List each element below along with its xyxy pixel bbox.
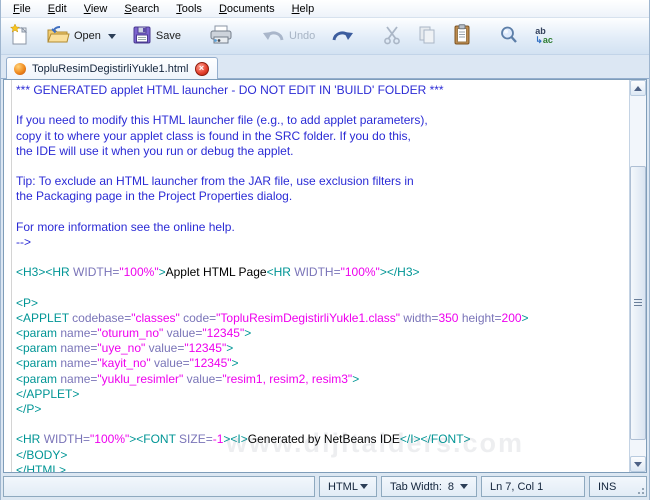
scissors-icon — [383, 25, 401, 48]
vertical-scrollbar[interactable] — [629, 80, 646, 472]
menu-help[interactable]: Help — [284, 1, 324, 17]
insert-mode-label: INS — [598, 480, 617, 493]
tab-bar: TopluResimDegistirliYukle1.html × — [1, 55, 649, 79]
search-icon — [499, 25, 519, 48]
menu-bar: File Edit View Search Tools Documents Help — [1, 0, 649, 18]
code-line: <param name="kayit_no" value="12345"> — [16, 356, 239, 371]
paste-button[interactable] — [450, 22, 474, 50]
text-area[interactable]: *** GENERATED applet HTML launcher - DO … — [4, 80, 629, 472]
save-button-label: Save — [155, 30, 181, 42]
editor-window: File Edit View Search Tools Documents Help — [0, 0, 650, 500]
code-line: copy it to where your applet class is fo… — [16, 128, 411, 143]
save-floppy-icon — [132, 25, 152, 48]
tab-width-value: 8 — [447, 480, 455, 493]
copy-pages-icon — [417, 25, 437, 48]
redo-button[interactable] — [328, 25, 358, 48]
code-line: If you need to modify this HTML launcher… — [16, 113, 428, 128]
code-line: the IDE will use it when you run or debu… — [16, 143, 294, 158]
code-line: <P> — [16, 295, 39, 310]
tab-width-label: Tab Width: — [390, 480, 442, 493]
menu-edit[interactable]: Edit — [40, 1, 76, 17]
code-content: *** GENERATED applet HTML launcher - DO … — [16, 83, 629, 472]
chevron-down-icon — [460, 484, 468, 489]
syntax-mode-select[interactable]: HTML — [319, 476, 377, 497]
resize-grip-icon[interactable] — [636, 486, 644, 494]
find-button[interactable] — [496, 23, 522, 50]
html-file-icon — [14, 62, 26, 75]
menu-view[interactable]: View — [76, 1, 117, 17]
code-line: <param name="yuklu_resimler" value="resi… — [16, 371, 360, 386]
undo-arrow-icon — [261, 27, 285, 46]
tab-title: TopluResimDegistirliYukle1.html — [32, 62, 189, 75]
caret-position: Ln 7, Col 1 — [481, 476, 585, 497]
syntax-mode-value: HTML — [328, 480, 358, 493]
new-file-icon — [9, 22, 30, 49]
open-button[interactable]: Open — [43, 23, 119, 50]
scrollbar-grip-icon — [634, 299, 642, 308]
tab-active-document[interactable]: TopluResimDegistirliYukle1.html × — [6, 57, 218, 79]
undo-button-label: Undo — [289, 30, 316, 42]
code-line: *** GENERATED applet HTML launcher - DO … — [16, 83, 444, 97]
print-button[interactable] — [206, 23, 236, 50]
code-line: </P> — [16, 401, 42, 416]
printer-icon — [209, 25, 233, 48]
chevron-down-icon — [360, 484, 368, 489]
copy-button[interactable] — [414, 23, 440, 50]
code-line: <param name="oturum_no" value="12345"> — [16, 326, 252, 340]
clipboard-icon — [453, 24, 471, 48]
code-line: <H3><HR WIDTH="100%">Applet HTML Page<HR… — [16, 265, 420, 280]
cut-button[interactable] — [380, 23, 404, 50]
menu-file[interactable]: File — [5, 1, 40, 17]
open-dropdown-arrow-icon[interactable] — [107, 33, 116, 39]
code-line: <APPLET codebase="classes" code="TopluRe… — [16, 310, 529, 325]
tab-width-select[interactable]: Tab Width: 8 — [381, 476, 477, 497]
code-line: --> — [16, 234, 31, 249]
open-folder-icon — [46, 25, 70, 48]
scroll-up-button[interactable] — [630, 80, 646, 96]
toolbar: Open Save Undo ab ↳ac — [1, 18, 649, 55]
new-file-button[interactable] — [7, 22, 33, 51]
menu-tools[interactable]: Tools — [168, 1, 211, 17]
menu-documents[interactable]: Documents — [211, 1, 284, 17]
code-line: For more information see the online help… — [16, 219, 235, 234]
code-line: <HR WIDTH="100%"><FONT SIZE=-1><I>Genera… — [16, 432, 471, 447]
code-line: Tip: To exclude an HTML launcher from th… — [16, 174, 414, 189]
scrollbar-thumb[interactable] — [630, 166, 646, 440]
scroll-down-button[interactable] — [630, 456, 646, 472]
insert-mode-indicator[interactable]: INS — [589, 476, 647, 497]
redo-arrow-icon — [331, 27, 355, 46]
replace-icon: ab​ ↳ac — [535, 26, 553, 45]
menu-search[interactable]: Search — [116, 1, 168, 17]
code-line: </APPLET> — [16, 386, 80, 401]
tab-close-icon[interactable]: × — [194, 61, 209, 76]
undo-button[interactable]: Undo — [258, 25, 318, 48]
editor-panel: *** GENERATED applet HTML launcher - DO … — [3, 79, 647, 473]
replace-button[interactable]: ab​ ↳ac — [532, 25, 556, 47]
code-line: </BODY> — [16, 447, 68, 462]
code-line: </HTML> — [16, 462, 67, 472]
arrow-up-icon — [634, 85, 642, 91]
code-line: the Packaging page in the Project Proper… — [16, 189, 293, 204]
code-line: <param name="uye_no" value="12345"> — [16, 341, 234, 356]
status-message — [3, 476, 315, 497]
status-bar: HTML Tab Width: 8 Ln 7, Col 1 INS — [1, 473, 649, 500]
arrow-down-icon — [634, 461, 642, 467]
open-button-label: Open — [74, 30, 101, 42]
save-button[interactable]: Save — [129, 23, 184, 50]
